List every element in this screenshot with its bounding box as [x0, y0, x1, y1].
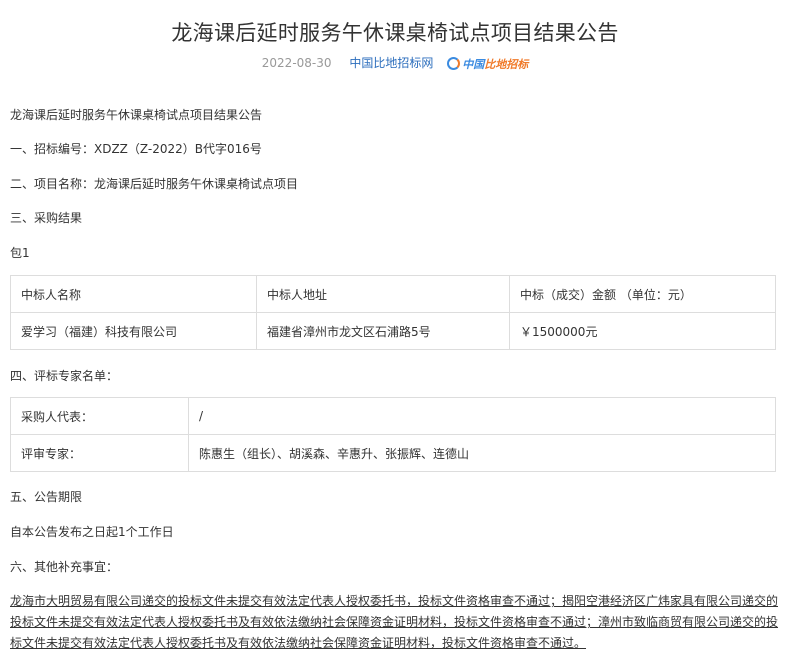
expert-role-cell: 评审专家： — [10, 434, 189, 472]
supplementary-notes: 龙海市大明贸易有限公司递交的投标文件未提交有效法定代表人授权委托书，投标文件资格… — [10, 594, 779, 650]
bid-number: 一、招标编号：XDZZ（Z-2022）B代字016号 — [10, 142, 262, 156]
winner-name-cell: 爱学习（福建）科技有限公司 — [10, 312, 257, 350]
expert-value-cell: 陈惠生（组长）、胡溪森、辛惠升、张振辉、连德山 — [188, 434, 776, 472]
result-heading: 三、采购结果 — [10, 211, 83, 225]
table-row: 爱学习（福建）科技有限公司 福建省漳州市龙文区石浦路5号 ￥1500000元 — [10, 312, 776, 350]
table-row: 采购人代表： / — [10, 397, 776, 435]
expert-value-cell: / — [188, 397, 776, 435]
experts-table: 采购人代表： / 评审专家： 陈惠生（组长）、胡溪森、辛惠升、张振辉、连德山 — [10, 397, 776, 472]
winner-address-cell: 福建省漳州市龙文区石浦路5号 — [256, 312, 510, 350]
source-link[interactable]: 中国比地招标网 — [349, 56, 433, 70]
winning-amount-cell: ￥1500000元 — [509, 312, 776, 350]
period-text: 自本公告发布之日起1个工作日 — [10, 525, 174, 539]
logo-text: 中国比地招标 — [462, 57, 529, 71]
table-header-cell: 中标人名称 — [10, 275, 257, 313]
site-logo[interactable]: 中国比地招标 — [447, 56, 528, 72]
intro-line: 龙海课后延时服务午休课桌椅试点项目结果公告 — [10, 108, 263, 122]
experts-heading: 四、评标专家名单： — [10, 369, 119, 383]
table-header-cell: 中标（成交）金额 （单位：元） — [509, 275, 776, 313]
logo-ring-icon — [447, 57, 461, 70]
article-meta: 2022-08-30 中国比地招标网 中国比地招标 — [0, 54, 790, 72]
page-title: 龙海课后延时服务午休课桌椅试点项目结果公告 — [171, 21, 619, 45]
table-header-row: 中标人名称 中标人地址 中标（成交）金额 （单位：元） — [10, 275, 776, 313]
period-heading: 五、公告期限 — [10, 490, 83, 504]
package-label: 包1 — [10, 246, 30, 260]
publish-date: 2022-08-30 — [261, 56, 332, 70]
project-name: 二、项目名称：龙海课后延时服务午休课桌椅试点项目 — [10, 177, 299, 191]
table-header-cell: 中标人地址 — [256, 275, 510, 313]
result-table: 中标人名称 中标人地址 中标（成交）金额 （单位：元） 爱学习（福建）科技有限公… — [10, 275, 776, 350]
other-heading: 六、其他补充事宜： — [10, 560, 119, 574]
table-row: 评审专家： 陈惠生（组长）、胡溪森、辛惠升、张振辉、连德山 — [10, 434, 776, 472]
expert-role-cell: 采购人代表： — [10, 397, 189, 435]
